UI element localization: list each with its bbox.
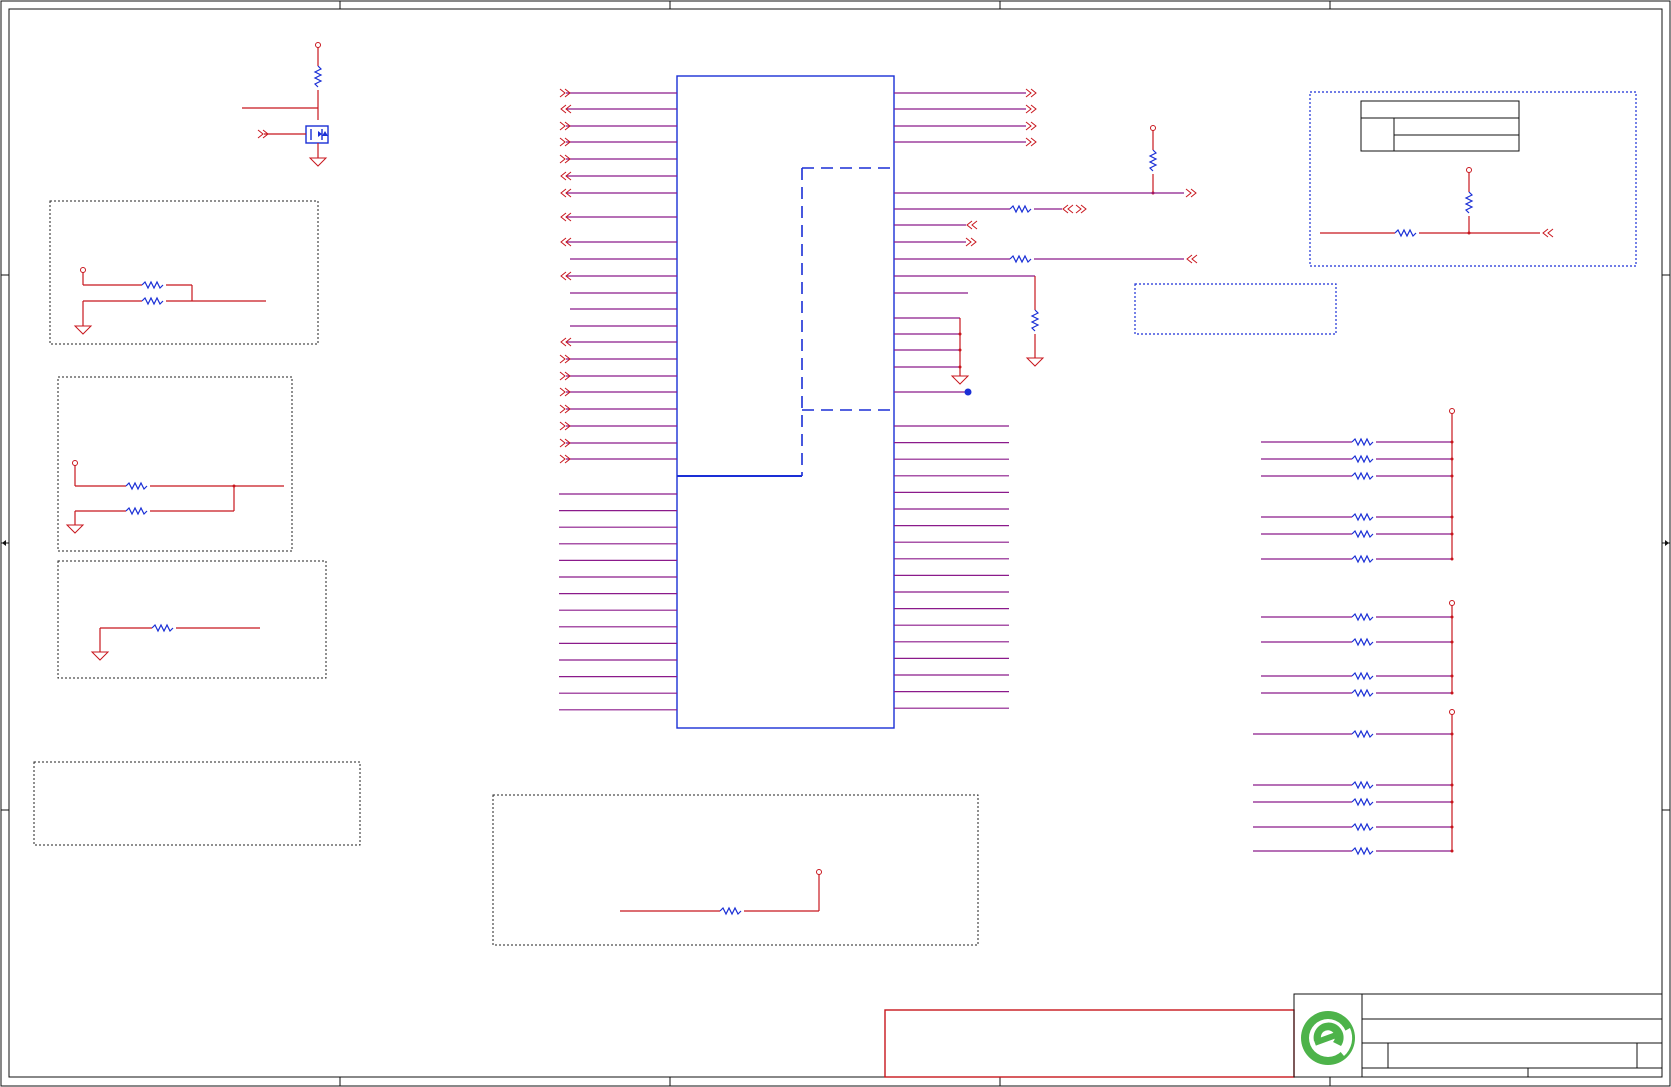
junction-dot xyxy=(1450,783,1454,787)
resistor-symbol xyxy=(1351,454,1374,464)
dotted-box-4 xyxy=(33,761,361,846)
resistor-symbol xyxy=(1351,822,1374,832)
resistor-symbol xyxy=(1351,612,1374,622)
drawing-frame xyxy=(0,0,1671,1087)
junction-dot xyxy=(1450,732,1454,736)
resistor-symbol xyxy=(1351,637,1374,647)
junction-dot xyxy=(1450,800,1454,804)
junction-dot xyxy=(1450,849,1454,853)
ic-left-pins xyxy=(559,88,677,711)
mosfet-circuit xyxy=(242,42,329,167)
blue-dotted-box-2 xyxy=(1134,283,1337,335)
dotted-box-1 xyxy=(49,200,319,345)
junction-dot xyxy=(1450,557,1454,561)
schematic-svg xyxy=(0,0,1671,1087)
junction-dot xyxy=(1450,691,1454,695)
dotted-box-5 xyxy=(492,794,979,946)
junction-dot xyxy=(1450,825,1454,829)
junction-dot xyxy=(1450,440,1454,444)
blue-dotted-box-1 xyxy=(1309,91,1637,267)
pullup-resistor-groups xyxy=(1253,408,1455,856)
resistor-symbol xyxy=(1351,529,1374,539)
ic-right-circuits xyxy=(894,88,1198,396)
resistor-symbol xyxy=(1351,671,1374,681)
dotted-box-3 xyxy=(57,560,327,679)
ic-right-pins xyxy=(894,92,1026,709)
power-port xyxy=(1449,709,1455,715)
resistor-symbol xyxy=(1351,797,1374,807)
junction-dot xyxy=(1450,457,1454,461)
resistor-symbol xyxy=(1351,471,1374,481)
resistor-symbol xyxy=(1351,512,1374,522)
schematic-canvas xyxy=(0,0,1671,1087)
resistor-symbol xyxy=(1351,437,1374,447)
junction-dot xyxy=(1450,474,1454,478)
junction-dot xyxy=(1450,640,1454,644)
power-port xyxy=(1449,408,1455,414)
resistor-symbol xyxy=(1351,554,1374,564)
title-block xyxy=(884,993,1663,1078)
e-logo-icon xyxy=(1301,1011,1355,1065)
junction-dot xyxy=(1450,532,1454,536)
junction-dot xyxy=(1450,615,1454,619)
resistor-symbol xyxy=(1351,729,1374,739)
power-port xyxy=(1449,600,1455,606)
resistor-symbol xyxy=(1351,688,1374,698)
resistor-symbol xyxy=(1351,846,1374,856)
junction-dot xyxy=(1450,674,1454,678)
resistor-symbol xyxy=(1351,780,1374,790)
dotted-box-2 xyxy=(57,376,293,552)
junction-dot xyxy=(1450,515,1454,519)
main-ic xyxy=(676,75,895,729)
